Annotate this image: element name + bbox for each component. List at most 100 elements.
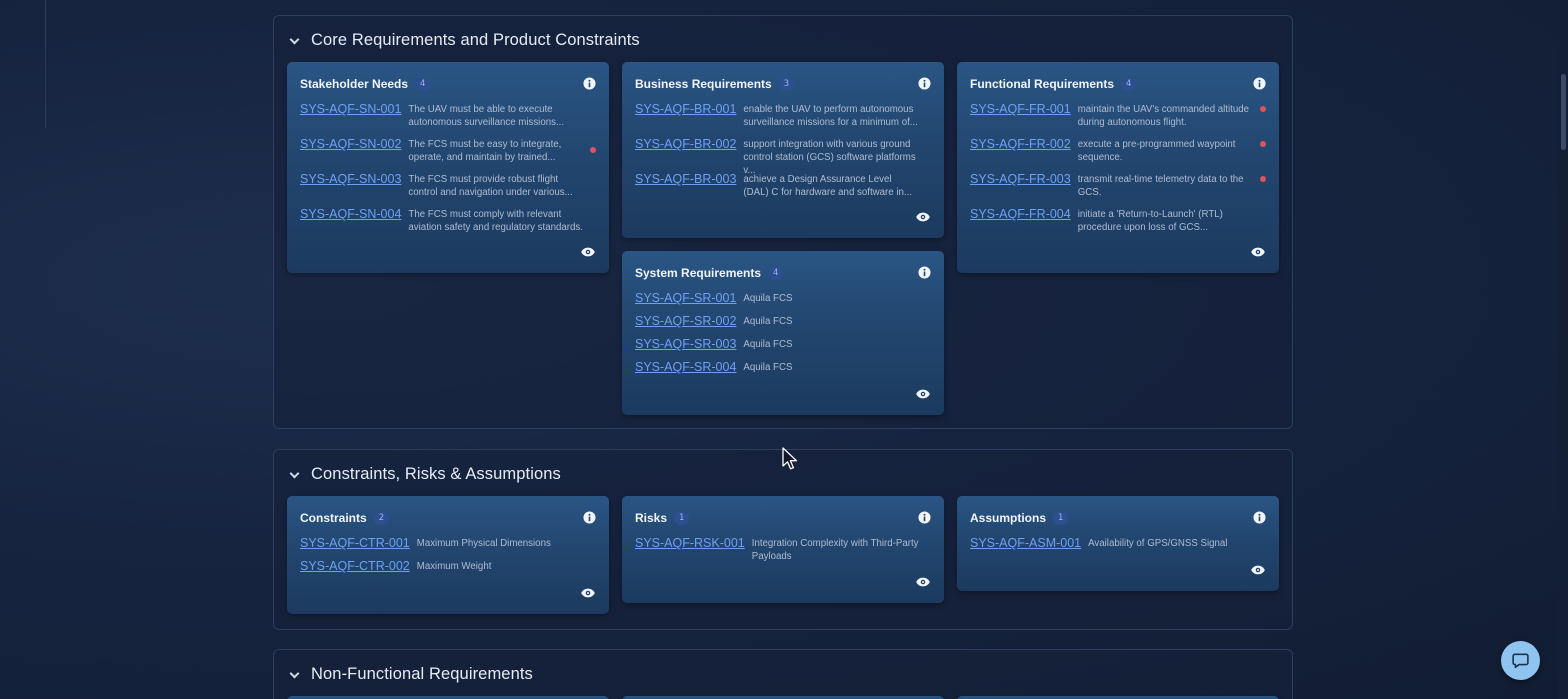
card-assumptions: Assumptions 1 SYS-AQF-ASM-001 Availabili…: [957, 496, 1279, 591]
requirement-link[interactable]: SYS-AQF-SN-002: [300, 137, 401, 151]
info-icon[interactable]: [583, 511, 596, 524]
requirement-link[interactable]: SYS-AQF-SR-001: [635, 291, 736, 305]
eye-icon[interactable]: [1251, 247, 1265, 257]
requirement-link[interactable]: SYS-AQF-SR-004: [635, 360, 736, 374]
mouse-cursor-icon: [782, 447, 798, 470]
requirement-text: transmit real-time telemetry data to the…: [1077, 174, 1244, 198]
list-item: SYS-AQF-SN-004 The FCS must comply with …: [300, 207, 596, 242]
requirement-text: Aquila FCS: [743, 339, 793, 350]
requirement-text: The FCS must comply with relevant aviati…: [408, 209, 583, 233]
info-icon[interactable]: [583, 77, 596, 90]
scrollbar-thumb[interactable]: [1561, 74, 1566, 150]
requirement-link[interactable]: SYS-AQF-BR-001: [635, 102, 736, 116]
list-item: SYS-AQF-SR-004 Aquila FCS: [635, 360, 931, 383]
list-item: SYS-AQF-RSK-001 Integration Complexity w…: [635, 536, 931, 571]
scrollbar[interactable]: [1558, 0, 1568, 699]
requirement-text: maintain the UAV's commanded altitude du…: [1077, 104, 1250, 128]
flag-indicator: [1260, 106, 1266, 112]
requirement-link[interactable]: SYS-AQF-SN-004: [300, 207, 401, 221]
requirement-text: Availability of GPS/GNSS Signal: [1088, 538, 1228, 549]
list-item: SYS-AQF-CTR-002 Maximum Weight: [300, 559, 596, 582]
card-functional-requirements: Functional Requirements 4 SYS-AQF-FR-001…: [957, 62, 1279, 273]
section-header[interactable]: Core Requirements and Product Constraint…: [288, 31, 640, 50]
list-item: SYS-AQF-SR-003 Aquila FCS: [635, 337, 931, 360]
requirement-text: Maximum Physical Dimensions: [416, 538, 551, 549]
card-stakeholder-needs: Stakeholder Needs 4 SYS-AQF-SN-001 The U…: [287, 62, 609, 273]
requirement-link[interactable]: SYS-AQF-ASM-001: [970, 536, 1081, 550]
flag-indicator: [590, 147, 596, 153]
requirement-text: The FCS must provide robust flight contr…: [408, 174, 573, 198]
requirement-text: Aquila FCS: [743, 293, 793, 304]
section-non-functional-requirements: Non-Functional Requirements: [273, 649, 1293, 699]
count-badge: 1: [1053, 511, 1069, 525]
chat-bubble-icon: [1512, 653, 1529, 669]
section-core-requirements: Core Requirements and Product Constraint…: [273, 15, 1293, 429]
requirement-link[interactable]: SYS-AQF-FR-003: [970, 172, 1071, 186]
requirement-text: achieve a Design Assurance Level (DAL) C…: [743, 174, 912, 198]
requirement-link[interactable]: SYS-AQF-FR-001: [970, 102, 1071, 116]
card-business-requirements: Business Requirements 3 SYS-AQF-BR-001 e…: [622, 62, 944, 238]
requirement-link[interactable]: SYS-AQF-SN-001: [300, 102, 401, 116]
requirement-text: The FCS must be easy to integrate, opera…: [408, 139, 562, 163]
eye-icon[interactable]: [1251, 565, 1265, 575]
chevron-down-icon[interactable]: [288, 468, 302, 482]
requirement-link[interactable]: SYS-AQF-SN-003: [300, 172, 401, 186]
card-title: Risks: [635, 511, 668, 525]
card-title: Functional Requirements: [970, 77, 1115, 91]
section-header[interactable]: Non-Functional Requirements: [288, 665, 533, 684]
section-constraints-risks-assumptions: Constraints, Risks & Assumptions Constra…: [273, 449, 1293, 630]
list-item: SYS-AQF-SN-001 The UAV must be able to e…: [300, 102, 596, 137]
info-icon[interactable]: [1253, 77, 1266, 90]
eye-icon[interactable]: [916, 212, 930, 222]
chevron-down-icon[interactable]: [288, 668, 302, 682]
info-icon[interactable]: [1253, 511, 1266, 524]
list-item: SYS-AQF-SN-002 The FCS must be easy to i…: [300, 137, 596, 172]
chat-button[interactable]: [1501, 641, 1540, 680]
list-item: SYS-AQF-BR-002 support integration with …: [635, 137, 931, 176]
requirement-link[interactable]: SYS-AQF-SR-003: [635, 337, 736, 351]
card-title: Assumptions: [970, 511, 1047, 525]
count-badge: 1: [674, 511, 690, 525]
count-badge: 4: [768, 266, 784, 280]
info-icon[interactable]: [918, 266, 931, 279]
card-title: Business Requirements: [635, 77, 772, 91]
section-title: Core Requirements and Product Constraint…: [311, 31, 640, 49]
requirement-link[interactable]: SYS-AQF-FR-004: [970, 207, 1071, 221]
requirement-text: execute a pre-programmed waypoint sequen…: [1077, 139, 1236, 163]
requirement-link[interactable]: SYS-AQF-SR-002: [635, 314, 736, 328]
eye-icon[interactable]: [916, 389, 930, 399]
flag-indicator: [1260, 176, 1266, 182]
requirement-text: Maximum Weight: [416, 561, 492, 572]
requirement-link[interactable]: SYS-AQF-RSK-001: [635, 536, 745, 550]
section-header[interactable]: Constraints, Risks & Assumptions: [288, 465, 561, 484]
section-title: Non-Functional Requirements: [311, 665, 533, 683]
requirement-link[interactable]: SYS-AQF-CTR-001: [300, 536, 410, 550]
chevron-down-icon[interactable]: [288, 34, 302, 48]
info-icon[interactable]: [918, 511, 931, 524]
list-item: SYS-AQF-SR-002 Aquila FCS: [635, 314, 931, 337]
card-risks: Risks 1 SYS-AQF-RSK-001 Integration Comp…: [622, 496, 944, 603]
list-item: SYS-AQF-BR-003 achieve a Design Assuranc…: [635, 172, 931, 207]
list-item: SYS-AQF-FR-004 initiate a 'Return-to-Lau…: [970, 207, 1266, 242]
requirement-text: The UAV must be able to execute autonomo…: [408, 104, 565, 128]
left-rail: [0, 0, 46, 128]
info-icon[interactable]: [918, 77, 931, 90]
requirement-link[interactable]: SYS-AQF-CTR-002: [300, 559, 410, 573]
eye-icon[interactable]: [916, 577, 930, 587]
requirement-text: enable the UAV to perform autonomous sur…: [743, 104, 918, 128]
requirement-text: Aquila FCS: [743, 316, 793, 327]
requirement-link[interactable]: SYS-AQF-BR-002: [635, 137, 736, 151]
card-title: Stakeholder Needs: [300, 77, 409, 91]
card-constraints: Constraints 2 SYS-AQF-CTR-001 Maximum Ph…: [287, 496, 609, 614]
count-badge: 2: [373, 511, 390, 525]
requirement-link[interactable]: SYS-AQF-FR-002: [970, 137, 1071, 151]
card-system-requirements: System Requirements 4 SYS-AQF-SR-001 Aqu…: [622, 251, 944, 415]
eye-icon[interactable]: [581, 588, 595, 598]
requirement-text: Aquila FCS: [743, 362, 793, 373]
count-badge: 4: [1121, 77, 1137, 91]
list-item: SYS-AQF-FR-002 execute a pre-programmed …: [970, 137, 1266, 172]
requirement-link[interactable]: SYS-AQF-BR-003: [635, 172, 736, 186]
list-item: SYS-AQF-FR-001 maintain the UAV's comman…: [970, 102, 1266, 137]
requirement-text: initiate a 'Return-to-Launch' (RTL) proc…: [1077, 209, 1223, 233]
eye-icon[interactable]: [581, 247, 595, 257]
